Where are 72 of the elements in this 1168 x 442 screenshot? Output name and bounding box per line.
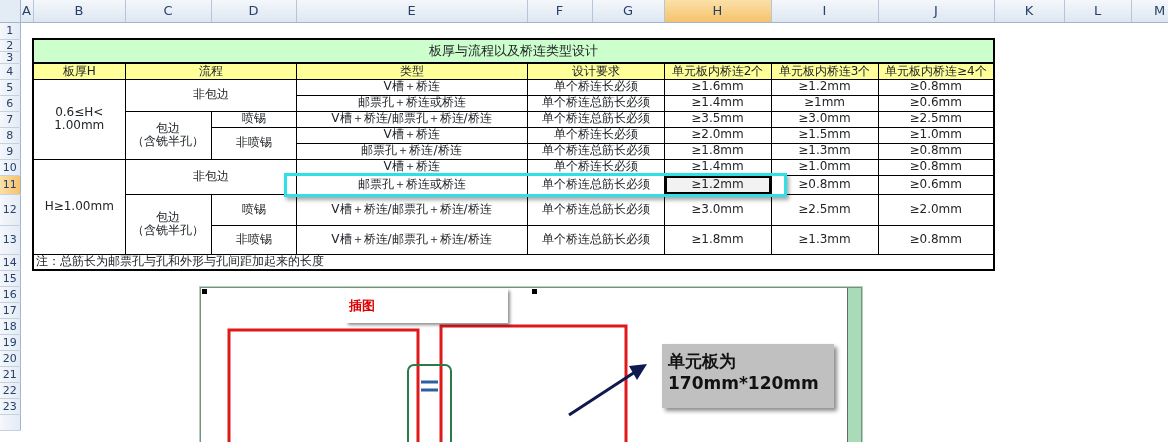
table-cell: ≥1.8mm xyxy=(664,225,771,254)
table-cell: ≥2.5mm xyxy=(771,194,878,225)
process-label: 包边 xyxy=(155,121,181,135)
table-cell: ≥1.2mm xyxy=(771,79,878,95)
column-letter[interactable]: C xyxy=(125,0,211,22)
table-cell: 单个桥连总筋长必须 xyxy=(527,194,664,225)
column-letter[interactable]: F xyxy=(527,0,592,22)
column-letter[interactable]: M xyxy=(1131,0,1168,22)
column-letter[interactable]: D xyxy=(211,0,296,22)
table-cell: V槽＋桥连/邮票孔＋桥连/桥连 xyxy=(296,225,527,254)
embedded-picture[interactable]: 插图 单元板为 170mm*120mm xyxy=(200,287,862,442)
table-cell: ≥2.0mm xyxy=(878,194,994,225)
table-cell: 邮票孔＋桥连/桥连 xyxy=(296,143,527,159)
column-letter[interactable]: I xyxy=(771,0,878,22)
table-cell: 喷锡 xyxy=(211,111,296,127)
table-cell: V槽＋桥连 xyxy=(296,79,527,95)
process-note: （含铣半孔） xyxy=(131,224,205,238)
table-cell: V槽＋桥连 xyxy=(296,127,527,143)
table-cell: 单个桥连总筋长必须 xyxy=(527,225,664,254)
table-cell: 非喷锡 xyxy=(211,127,296,159)
column-letter[interactable]: E xyxy=(296,0,527,22)
resize-handle[interactable] xyxy=(532,289,537,294)
process-note: （含铣半孔） xyxy=(131,135,205,149)
caption-label: 插图 xyxy=(346,289,508,323)
table-cell: 非包边 xyxy=(125,159,296,194)
table-cell: H≥1.00mm xyxy=(33,159,125,254)
table-cell: ≥1mm xyxy=(771,95,878,111)
table-title: 板厚与流程以及桥连类型设计 xyxy=(33,39,994,63)
process-label: 包边 xyxy=(155,210,181,224)
table-cell: 非包边 xyxy=(125,79,296,111)
table-cell: ≥3.0mm xyxy=(771,111,878,127)
table-cell: 单个桥连长必须 xyxy=(527,79,664,95)
column-letter[interactable]: J xyxy=(878,0,994,22)
column-letter[interactable]: H xyxy=(664,0,771,22)
table-cell: ≥1.4mm xyxy=(664,95,771,111)
table-cell: ≥0.8mm xyxy=(878,143,994,159)
bridge-mark xyxy=(421,380,438,392)
table-cell: 单个桥连总筋长必须 xyxy=(527,95,664,111)
table-cell: 单个桥连总筋长必须 xyxy=(527,143,664,159)
table-cell: 单个桥连长必须 xyxy=(527,127,664,143)
table-cell: ≥0.6mm xyxy=(878,175,994,194)
note-text: 注：总筋长为邮票孔与孔和外形与孔间距加起来的长度 xyxy=(33,254,994,270)
table-cell: 喷锡 xyxy=(211,194,296,225)
select-all-corner[interactable] xyxy=(0,0,20,22)
table-cell: ≥1.5mm xyxy=(771,127,878,143)
table-cell: ≥3.5mm xyxy=(664,111,771,127)
row-number[interactable]: 13 xyxy=(0,225,20,254)
table-cell: 单个桥连总筋长必须 xyxy=(527,111,664,127)
table-cell: ≥1.6mm xyxy=(664,79,771,95)
table-cell: ≥1.3mm xyxy=(771,225,878,254)
column-letter[interactable]: K xyxy=(994,0,1064,22)
callout-label: 单元板为 170mm*120mm xyxy=(662,344,834,408)
table-cell: ≥1.8mm xyxy=(664,143,771,159)
table-cell: ≥1.0mm xyxy=(878,127,994,143)
table-cell: V槽＋桥连/邮票孔＋桥连/桥连 xyxy=(296,111,527,127)
table-cell: 0.6≤H< 1.00mm xyxy=(33,79,125,159)
row-number[interactable]: 12 xyxy=(0,194,20,225)
table-cell: ≥0.8mm xyxy=(878,225,994,254)
table-cell: ≥2.5mm xyxy=(878,111,994,127)
column-letter[interactable]: G xyxy=(592,0,664,22)
table-cell: V槽＋桥连/邮票孔＋桥连/桥连 xyxy=(296,194,527,225)
table-cell: ≥3.0mm xyxy=(664,194,771,225)
column-letter[interactable]: B xyxy=(33,0,125,22)
table-cell: 非喷锡 xyxy=(211,225,296,254)
column-letter[interactable]: L xyxy=(1064,0,1131,22)
table-cell: ≥1.3mm xyxy=(771,143,878,159)
table-cell: ≥0.8mm xyxy=(878,159,994,175)
table-cell: ≥2.0mm xyxy=(664,127,771,143)
table-cell: ≥0.8mm xyxy=(878,79,994,95)
table-cell: ≥0.6mm xyxy=(878,95,994,111)
table-cell: 邮票孔＋桥连或桥连 xyxy=(296,95,527,111)
resize-handle[interactable] xyxy=(202,289,207,294)
